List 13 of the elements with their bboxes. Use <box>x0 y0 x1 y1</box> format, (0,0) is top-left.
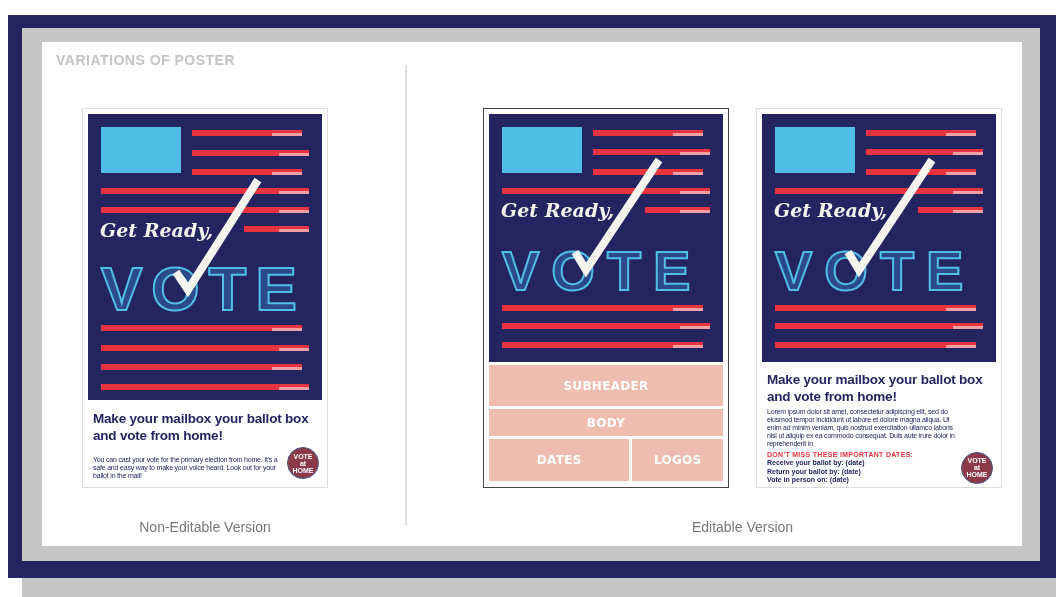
version-caption: Editable Version <box>691 519 794 535</box>
version-caption: Non-Editable Version <box>139 519 271 535</box>
placeholder-block: LOGOS <box>632 439 723 481</box>
script-title: Get Ready, <box>774 199 888 221</box>
poster-heading: Make your mailbox your ballot box and vote from home! <box>767 371 984 405</box>
script-title: Get Ready, <box>100 219 214 241</box>
vote-title: VOTE <box>101 254 306 323</box>
poster-heading: Make your mailbox your ballot box and vote from home! <box>93 410 310 444</box>
placeholder-block: BODY <box>489 409 723 436</box>
script-title: Get Ready, <box>501 199 615 221</box>
section-title: VARIATIONS OF POSTER <box>55 51 237 68</box>
placeholder-block: SUBHEADER <box>489 365 723 406</box>
placeholder-block: DATES <box>489 439 630 481</box>
